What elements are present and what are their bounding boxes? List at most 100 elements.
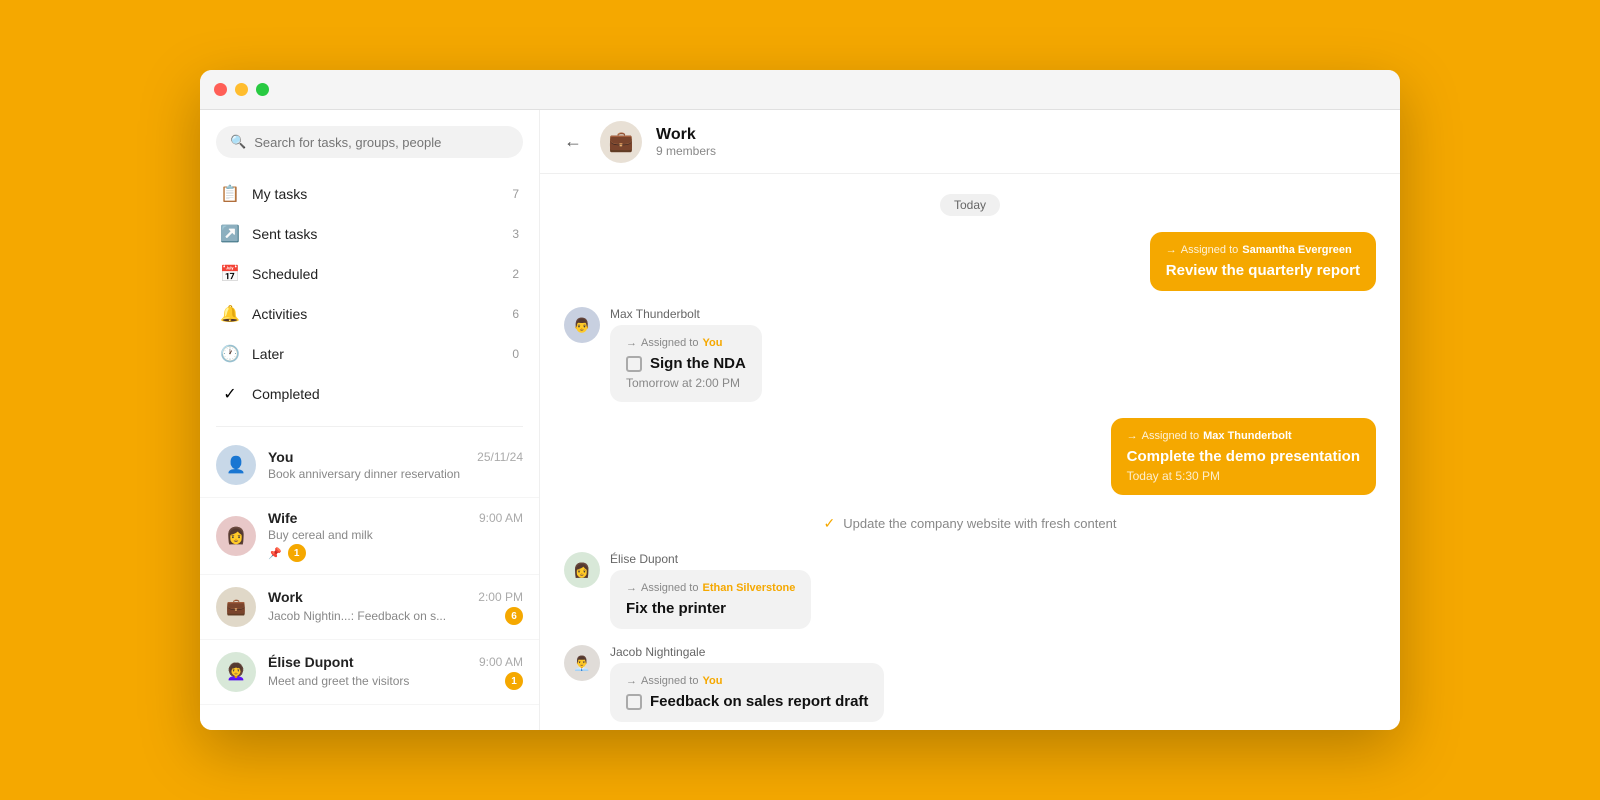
conv-preview-wife: Buy cereal and milk (268, 528, 373, 542)
app-body: 🔍 📋 My tasks 7 ↗️ Sent tasks 3 📅 Schedul… (200, 110, 1400, 730)
conversation-wife[interactable]: 👩 Wife 9:00 AM Buy cereal and milk 📌 1 (200, 498, 539, 575)
assign-arrow-2: → (626, 337, 637, 349)
badge-work: 6 (505, 607, 523, 625)
my-tasks-label: My tasks (252, 186, 500, 202)
conv-name-wife: Wife (268, 510, 297, 526)
badge-wife: 1 (288, 544, 306, 562)
minimize-button[interactable] (235, 83, 248, 96)
close-button[interactable] (214, 83, 227, 96)
conversation-elise[interactable]: 👩‍🦱 Élise Dupont 9:00 AM Meet and greet … (200, 640, 539, 705)
task-checkbox-2[interactable] (626, 356, 642, 372)
assigned-name-2: You (702, 337, 722, 349)
messages-area[interactable]: Today → Assigned to Samantha Evergreen R… (540, 174, 1400, 730)
assigned-label-3: Assigned to (1142, 430, 1199, 442)
conv-content-wife: Wife 9:00 AM Buy cereal and milk 📌 1 (268, 510, 523, 562)
conv-content-elise: Élise Dupont 9:00 AM Meet and greet the … (268, 654, 523, 690)
conv-preview-you: Book anniversary dinner reservation (268, 467, 523, 481)
sidebar-item-scheduled[interactable]: 📅 Scheduled 2 (200, 254, 539, 294)
avatar-elise-msg: 👩 (564, 552, 600, 588)
search-bar[interactable]: 🔍 (216, 126, 523, 158)
assigned-name-5: Ethan Silverstone (702, 582, 795, 594)
avatar-jacob: 👨‍💼 (564, 645, 600, 681)
maximize-button[interactable] (256, 83, 269, 96)
search-input[interactable] (254, 135, 509, 150)
main-panel: ← 💼 Work 9 members Today → (540, 110, 1400, 730)
message-2: 👨 Max Thunderbolt → Assigned to You S (564, 307, 1376, 402)
sidebar-item-activities[interactable]: 🔔 Activities 6 (200, 294, 539, 334)
assigned-label-6: Assigned to (641, 675, 698, 687)
scheduled-icon: 📅 (220, 264, 240, 284)
completed-task-text: Update the company website with fresh co… (843, 516, 1116, 531)
search-icon: 🔍 (230, 134, 246, 150)
chat-title: Work (656, 126, 716, 144)
assigned-name-3: Max Thunderbolt (1203, 430, 1292, 442)
sidebar-item-sent-tasks[interactable]: ↗️ Sent tasks 3 (200, 214, 539, 254)
sent-tasks-icon: ↗️ (220, 224, 240, 244)
later-icon: 🕐 (220, 344, 240, 364)
sidebar-item-my-tasks[interactable]: 📋 My tasks 7 (200, 174, 539, 214)
avatar-wife: 👩 (216, 516, 256, 556)
sidebar-divider (216, 426, 523, 427)
conv-name-work: Work (268, 589, 303, 605)
task-bubble-2: → Assigned to You Sign the NDA Tomorrow … (610, 325, 762, 402)
task-time-2: Tomorrow at 2:00 PM (626, 376, 746, 390)
task-title-3: Complete the demo presentation (1127, 448, 1360, 465)
sent-tasks-label: Sent tasks (252, 226, 500, 242)
conv-name-elise: Élise Dupont (268, 654, 354, 670)
badge-elise: 1 (505, 672, 523, 690)
task-bubble-3: → Assigned to Max Thunderbolt Complete t… (1111, 418, 1376, 495)
conv-time-you: 25/11/24 (477, 450, 523, 464)
sender-name-6: Jacob Nightingale (610, 645, 884, 659)
date-badge: Today (940, 194, 1000, 216)
avatar-elise: 👩‍🦱 (216, 652, 256, 692)
task-title-6: Feedback on sales report draft (650, 693, 868, 710)
assign-arrow-6: → (626, 675, 637, 687)
task-checkbox-6[interactable] (626, 694, 642, 710)
my-tasks-icon: 📋 (220, 184, 240, 204)
conv-name-you: You (268, 449, 293, 465)
sidebar: 🔍 📋 My tasks 7 ↗️ Sent tasks 3 📅 Schedul… (200, 110, 540, 730)
conversation-you[interactable]: 👤 You 25/11/24 Book anniversary dinner r… (200, 433, 539, 498)
completed-task-row: ✓ Update the company website with fresh … (824, 511, 1117, 536)
conversation-list: 👤 You 25/11/24 Book anniversary dinner r… (200, 433, 539, 730)
scheduled-label: Scheduled (252, 266, 500, 282)
avatar-you: 👤 (216, 445, 256, 485)
chat-subtitle: 9 members (656, 144, 716, 158)
task-title-5: Fix the printer (626, 600, 795, 617)
assign-arrow-3: → (1127, 430, 1138, 442)
assigned-label-1: Assigned to (1181, 244, 1238, 256)
back-button[interactable]: ← (560, 127, 586, 156)
conv-time-work: 2:00 PM (478, 590, 523, 604)
activities-icon: 🔔 (220, 304, 240, 324)
task-title-1: Review the quarterly report (1166, 262, 1360, 279)
later-label: Later (252, 346, 500, 362)
sidebar-item-later[interactable]: 🕐 Later 0 (200, 334, 539, 374)
task-bubble-1: → Assigned to Samantha Evergreen Review … (1150, 232, 1376, 291)
sent-tasks-count: 3 (512, 227, 519, 241)
task-bubble-6: → Assigned to You Feedback on sales repo… (610, 663, 884, 722)
sender-name-2: Max Thunderbolt (610, 307, 762, 321)
avatar-max: 👨 (564, 307, 600, 343)
title-bar (200, 70, 1400, 110)
completed-icon: ✓ (220, 384, 240, 404)
conv-time-wife: 9:00 AM (479, 511, 523, 525)
app-window: 🔍 📋 My tasks 7 ↗️ Sent tasks 3 📅 Schedul… (200, 70, 1400, 730)
conv-preview-elise: Meet and greet the visitors (268, 674, 499, 688)
assign-arrow-5: → (626, 582, 637, 594)
assigned-label-2: Assigned to (641, 337, 698, 349)
nav-items: 📋 My tasks 7 ↗️ Sent tasks 3 📅 Scheduled… (200, 168, 539, 420)
conv-preview-work: Jacob Nightin...: Feedback on s... (268, 609, 499, 623)
assigned-name-6: You (702, 675, 722, 687)
sidebar-item-completed[interactable]: ✓ Completed (200, 374, 539, 414)
conv-time-elise: 9:00 AM (479, 655, 523, 669)
task-bubble-5: → Assigned to Ethan Silverstone Fix the … (610, 570, 811, 629)
message-5: 👩 Élise Dupont → Assigned to Ethan Silve… (564, 552, 1376, 629)
chat-header: ← 💼 Work 9 members (540, 110, 1400, 174)
conv-content-you: You 25/11/24 Book anniversary dinner res… (268, 449, 523, 481)
assigned-label-5: Assigned to (641, 582, 698, 594)
conv-content-work: Work 2:00 PM Jacob Nightin...: Feedback … (268, 589, 523, 625)
conversation-work[interactable]: 💼 Work 2:00 PM Jacob Nightin...: Feedbac… (200, 575, 539, 640)
later-count: 0 (512, 347, 519, 361)
scheduled-count: 2 (512, 267, 519, 281)
avatar-work: 💼 (216, 587, 256, 627)
